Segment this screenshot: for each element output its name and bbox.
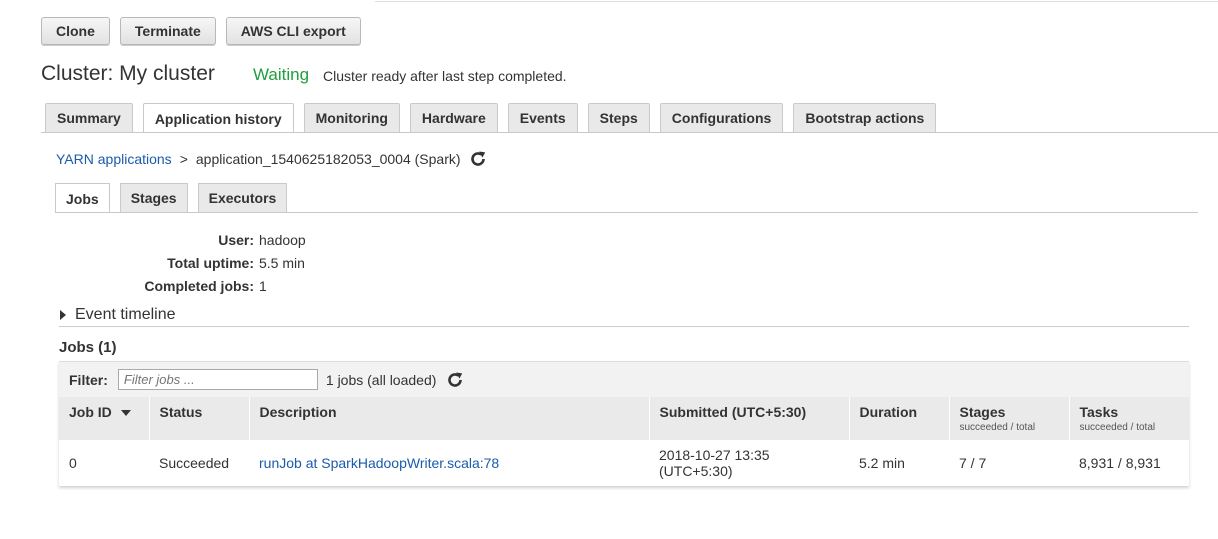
job-duration-cell: 5.2 min bbox=[849, 440, 949, 486]
event-timeline-toggle[interactable]: Event timeline bbox=[60, 306, 176, 324]
column-tasks-sublabel: succeeded / total bbox=[1079, 422, 1156, 433]
subtabs-divider bbox=[55, 212, 1198, 213]
table-row: 0 Succeeded runJob at SparkHadoopWriter.… bbox=[59, 440, 1189, 486]
cluster-status: Waiting bbox=[253, 65, 310, 84]
column-description[interactable]: Description bbox=[249, 397, 650, 440]
column-description-label: Description bbox=[259, 404, 337, 420]
tab-events[interactable]: Events bbox=[507, 103, 578, 132]
caret-right-icon bbox=[60, 310, 66, 320]
job-status-cell: Succeeded bbox=[149, 440, 249, 486]
breadcrumb-yarn-applications-link[interactable]: YARN applications bbox=[56, 151, 172, 167]
column-duration-label: Duration bbox=[859, 404, 918, 420]
application-summary: User: hadoop Total uptime: 5.5 min Compl… bbox=[56, 228, 306, 297]
jobs-table-header: Job ID Status Description Submitted (UTC… bbox=[59, 397, 1189, 440]
tab-executors[interactable]: Executors bbox=[197, 183, 288, 212]
job-description-cell: runJob at SparkHadoopWriter.scala:78 bbox=[249, 440, 649, 486]
job-description-link[interactable]: runJob at SparkHadoopWriter.scala:78 bbox=[259, 455, 499, 471]
summary-user-row: User: hadoop bbox=[56, 228, 306, 251]
filter-jobs-input[interactable] bbox=[117, 369, 318, 390]
jobs-table: Job ID Status Description Submitted (UTC… bbox=[59, 397, 1189, 486]
uptime-value: 5.5 min bbox=[259, 254, 305, 271]
cluster-toolbar: Clone Terminate AWS CLI export bbox=[41, 17, 361, 45]
column-tasks-label: Tasks bbox=[1079, 404, 1119, 420]
job-tasks-cell: 8,931 / 8,931 bbox=[1069, 440, 1189, 486]
column-duration[interactable]: Duration bbox=[849, 397, 950, 440]
breadcrumb: YARN applications > application_15406251… bbox=[56, 150, 487, 168]
jobs-panel: Filter: 1 jobs (all loaded) Job ID Statu… bbox=[59, 361, 1189, 486]
column-stages-label: Stages bbox=[959, 404, 1006, 420]
tab-hardware[interactable]: Hardware bbox=[409, 103, 498, 132]
job-stages-cell: 7 / 7 bbox=[949, 440, 1069, 486]
refresh-icon[interactable] bbox=[446, 371, 464, 389]
summary-completed-row: Completed jobs: 1 bbox=[56, 274, 306, 297]
terminate-button[interactable]: Terminate bbox=[119, 17, 216, 45]
jobs-count: 1 jobs (all loaded) bbox=[325, 371, 437, 388]
tab-monitoring[interactable]: Monitoring bbox=[303, 103, 400, 132]
job-submitted-date: 2018-10-27 13:35 bbox=[659, 447, 770, 463]
jobs-heading: Jobs (1) bbox=[59, 339, 117, 356]
uptime-label: Total uptime: bbox=[167, 254, 254, 271]
user-value: hadoop bbox=[259, 231, 306, 248]
column-submitted[interactable]: Submitted (UTC+5:30) bbox=[649, 397, 850, 440]
job-id-cell: 0 bbox=[59, 440, 149, 486]
job-submitted-cell: 2018-10-27 13:35 (UTC+5:30) bbox=[649, 440, 849, 486]
column-stages[interactable]: Stages succeeded / total bbox=[949, 397, 1070, 440]
application-subtabs: Jobs Stages Executors bbox=[55, 183, 288, 213]
top-divider bbox=[375, 1, 1218, 2]
sort-descending-icon bbox=[120, 410, 131, 417]
cluster-tabs: Summary Application history Monitoring H… bbox=[45, 103, 937, 133]
completed-jobs-value: 1 bbox=[259, 277, 267, 294]
completed-jobs-label: Completed jobs: bbox=[144, 277, 254, 294]
column-job-id[interactable]: Job ID bbox=[59, 397, 150, 440]
aws-cli-export-button[interactable]: AWS CLI export bbox=[225, 17, 361, 45]
job-submitted-timezone: (UTC+5:30) bbox=[659, 463, 733, 479]
column-status[interactable]: Status bbox=[149, 397, 250, 440]
user-label: User: bbox=[218, 231, 254, 248]
breadcrumb-current-application: application_1540625182053_0004 (Spark) bbox=[195, 151, 461, 167]
tab-jobs[interactable]: Jobs bbox=[55, 183, 110, 213]
cluster-title: Cluster: My cluster bbox=[41, 62, 215, 85]
clone-button[interactable]: Clone bbox=[41, 17, 110, 45]
event-timeline-label: Event timeline bbox=[75, 306, 176, 323]
jobs-filter-bar: Filter: 1 jobs (all loaded) bbox=[59, 362, 1189, 397]
summary-uptime-row: Total uptime: 5.5 min bbox=[56, 251, 306, 274]
tab-steps[interactable]: Steps bbox=[587, 103, 650, 132]
tab-stages[interactable]: Stages bbox=[119, 183, 188, 212]
tab-bootstrap-actions[interactable]: Bootstrap actions bbox=[793, 103, 937, 132]
filter-label: Filter: bbox=[69, 371, 108, 388]
breadcrumb-separator: > bbox=[179, 151, 188, 167]
column-submitted-label: Submitted (UTC+5:30) bbox=[659, 404, 807, 420]
cluster-status-message: Cluster ready after last step completed. bbox=[323, 68, 567, 84]
column-stages-sublabel: succeeded / total bbox=[959, 422, 1036, 433]
tab-configurations[interactable]: Configurations bbox=[659, 103, 784, 132]
timeline-divider bbox=[59, 326, 1189, 327]
refresh-icon[interactable] bbox=[469, 150, 487, 168]
tab-application-history[interactable]: Application history bbox=[142, 103, 294, 133]
column-tasks[interactable]: Tasks succeeded / total bbox=[1069, 397, 1189, 440]
tab-summary[interactable]: Summary bbox=[45, 103, 133, 132]
column-status-label: Status bbox=[159, 404, 203, 420]
tabs-divider bbox=[41, 132, 1218, 133]
column-job-id-label: Job ID bbox=[69, 404, 112, 420]
